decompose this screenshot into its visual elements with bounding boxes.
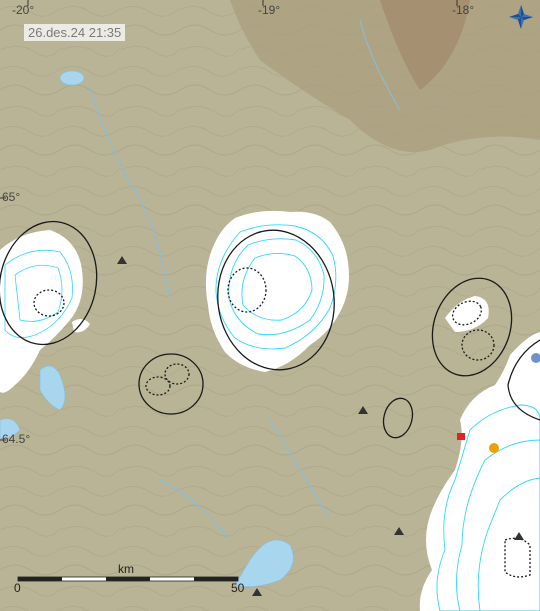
scale-unit-label: km (118, 562, 134, 576)
latitude-label: 65° (2, 190, 21, 204)
latitude-label: 64.5° (2, 432, 31, 446)
scale-end-label: 50 (231, 581, 245, 595)
longitude-label: -19° (258, 3, 281, 17)
scale-start-label: 0 (14, 581, 21, 595)
earthquake-red[interactable] (457, 433, 465, 440)
longitude-label: -20° (12, 3, 35, 17)
scale-bar (17, 576, 239, 582)
map-view[interactable]: 26.des.24 21:35 -20° -19° -18° 65° 64.5°… (0, 0, 540, 611)
longitude-label: -18° (452, 3, 475, 17)
map-canvas[interactable] (0, 0, 540, 611)
compass-icon[interactable] (508, 4, 534, 30)
earthquake-orange[interactable] (489, 443, 499, 453)
lake-north (59, 70, 85, 86)
timestamp-label: 26.des.24 21:35 (24, 24, 126, 41)
